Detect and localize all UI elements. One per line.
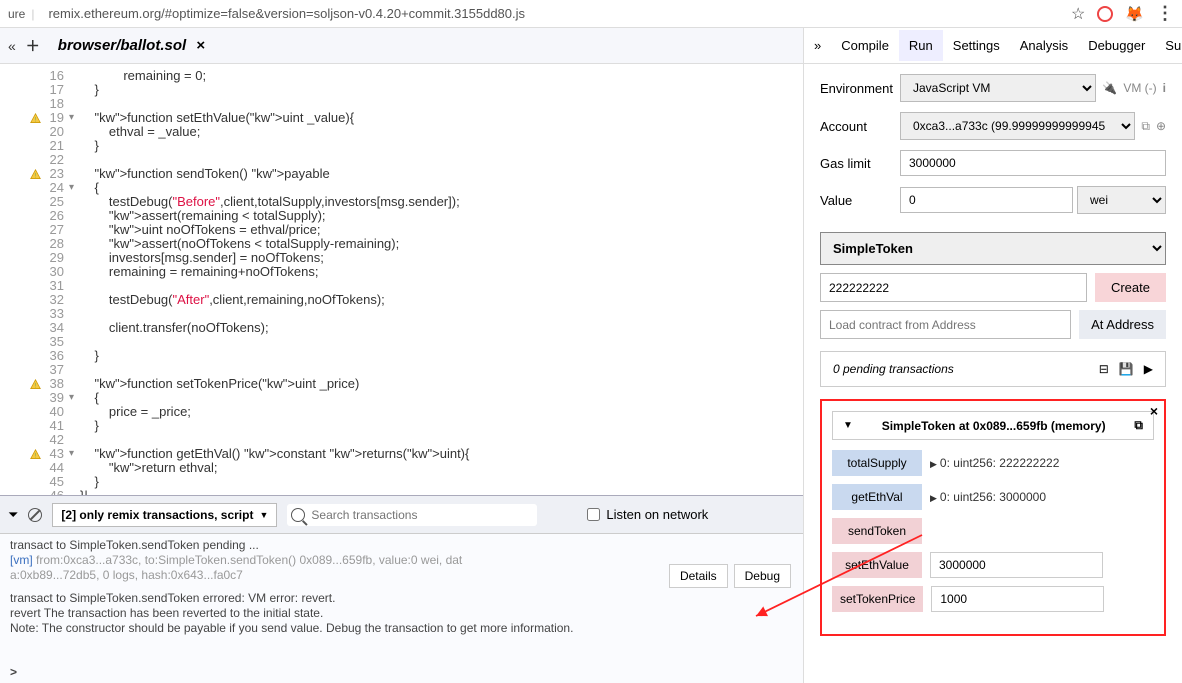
panel-collapse-icon[interactable]: »	[804, 38, 831, 53]
svg-text:!: !	[35, 452, 37, 459]
account-label: Account	[820, 119, 900, 134]
tab-analysis[interactable]: Analysis	[1010, 30, 1078, 61]
console-prompt[interactable]: >	[10, 665, 17, 679]
svg-text:!: !	[35, 382, 37, 389]
deployed-instance: × ▼ SimpleToken at 0x089...659fb (memory…	[820, 399, 1166, 636]
console-line: transact to SimpleToken.sendToken pendin…	[10, 538, 793, 552]
value-input[interactable]	[900, 187, 1073, 213]
search-icon	[291, 508, 305, 522]
environment-label: Environment	[820, 81, 900, 96]
console-search[interactable]	[287, 504, 537, 526]
url[interactable]: remix.ethereum.org/#optimize=false&versi…	[48, 6, 1071, 21]
save-icon[interactable]: 💾	[1119, 362, 1134, 376]
value-label: Value	[820, 193, 900, 208]
tab-compile[interactable]: Compile	[831, 30, 899, 61]
warning-icon[interactable]: !	[30, 448, 41, 459]
code-editor[interactable]: 161718!19▾202122!2324▾252627282930313233…	[0, 64, 803, 495]
listen-checkbox[interactable]	[587, 508, 600, 521]
value-unit-select[interactable]: wei	[1077, 186, 1166, 214]
instance-header[interactable]: ▼ SimpleToken at 0x089...659fb (memory) …	[832, 411, 1154, 440]
opera-icon[interactable]	[1097, 6, 1113, 22]
close-icon[interactable]: ×	[1150, 403, 1158, 419]
info-icon[interactable]: i	[1163, 81, 1166, 95]
debug-button[interactable]: Debug	[734, 564, 791, 588]
constructor-arg-input[interactable]	[820, 273, 1087, 302]
bookmark-star-icon[interactable]: ☆	[1071, 4, 1085, 24]
console-filter-dropdown[interactable]: [2] only remix transactions, script ▼	[52, 503, 277, 527]
call-row: sendToken	[832, 518, 1154, 544]
copy-icon[interactable]: ⧉	[1141, 119, 1150, 134]
call-setTokenPrice-button[interactable]: setTokenPrice	[832, 586, 923, 612]
tab-debugger[interactable]: Debugger	[1078, 30, 1155, 61]
instance-title: SimpleToken at 0x089...659fb (memory)	[863, 419, 1125, 433]
call-row: totalSupply ▶0: uint256: 222222222	[832, 450, 1154, 476]
call-totalSupply-button[interactable]: totalSupply	[832, 450, 922, 476]
console-filter-label: [2] only remix transactions, script	[61, 508, 253, 522]
close-icon[interactable]: ×	[196, 37, 205, 54]
copy-icon[interactable]: ⧉	[1134, 418, 1143, 433]
file-tab-label: browser/ballot.sol	[58, 37, 186, 54]
warning-icon[interactable]: !	[30, 112, 41, 123]
call-setTokenPrice-input[interactable]	[931, 586, 1104, 612]
tab-support[interactable]: Support	[1155, 30, 1182, 61]
play-icon[interactable]: ▶	[1144, 362, 1153, 376]
at-address-button[interactable]: At Address	[1079, 310, 1166, 339]
at-address-input[interactable]	[820, 310, 1071, 339]
right-panel-tabs: » Compile Run Settings Analysis Debugger…	[804, 28, 1182, 64]
call-getEthVal-button[interactable]: getEthVal	[832, 484, 922, 510]
console-search-input[interactable]	[311, 508, 533, 522]
caret-down-icon: ▼	[843, 420, 853, 431]
call-row: setEthValue	[832, 552, 1154, 578]
contract-select[interactable]: SimpleToken	[820, 232, 1166, 265]
call-row: setTokenPrice	[832, 586, 1154, 612]
call-setEthValue-input[interactable]	[930, 552, 1103, 578]
console-line: revert The transaction has been reverted…	[10, 606, 793, 620]
listen-network-toggle[interactable]: Listen on network	[587, 507, 708, 522]
tab-run[interactable]: Run	[899, 30, 943, 61]
plug-icon: 🔌	[1102, 81, 1117, 95]
call-return: ▶0: uint256: 222222222	[930, 456, 1059, 470]
svg-text:!: !	[35, 172, 37, 179]
caret-down-icon: ▼	[259, 510, 268, 520]
tab-settings[interactable]: Settings	[943, 30, 1010, 61]
gas-limit-label: Gas limit	[820, 156, 900, 171]
browser-menu-icon[interactable]: ⋮	[1156, 3, 1174, 24]
account-select[interactable]: 0xca3...a733c (99.99999999999945	[900, 112, 1135, 140]
gas-limit-input[interactable]	[900, 150, 1166, 176]
file-tab[interactable]: browser/ballot.sol ×	[50, 33, 213, 58]
warning-icon[interactable]: !	[30, 378, 41, 389]
call-setEthValue-button[interactable]: setEthValue	[832, 552, 922, 578]
environment-select[interactable]: JavaScript VM	[900, 74, 1096, 102]
console-line: transact to SimpleToken.sendToken errore…	[10, 591, 793, 605]
call-return: ▶0: uint256: 3000000	[930, 490, 1046, 504]
listen-label: Listen on network	[606, 507, 708, 522]
console-line: Note: The constructor should be payable …	[10, 621, 793, 635]
pending-transactions: 0 pending transactions ⊟ 💾 ▶	[820, 351, 1166, 387]
clear-console-icon[interactable]	[28, 508, 42, 522]
add-file-icon[interactable]: ＋	[26, 36, 40, 56]
browser-left-label: ure	[8, 7, 25, 21]
collapse-all-icon[interactable]: ⊟	[1099, 362, 1109, 376]
pending-text: 0 pending transactions	[833, 362, 954, 376]
console-toggle-icon[interactable]: ⏷	[8, 507, 18, 523]
panel-collapse-icon[interactable]: «	[8, 38, 16, 54]
extension-icon[interactable]: 🦊	[1125, 5, 1144, 23]
add-account-icon[interactable]: ⊕	[1156, 119, 1166, 133]
create-button[interactable]: Create	[1095, 273, 1166, 302]
call-sendToken-button[interactable]: sendToken	[832, 518, 922, 544]
call-row: getEthVal ▶0: uint256: 3000000	[832, 484, 1154, 510]
console-output: transact to SimpleToken.sendToken pendin…	[0, 533, 803, 683]
console-toolbar: ⏷ [2] only remix transactions, script ▼ …	[0, 495, 803, 533]
warning-icon[interactable]: !	[30, 168, 41, 179]
browser-address-bar: ure | remix.ethereum.org/#optimize=false…	[0, 0, 1182, 28]
svg-text:!: !	[35, 116, 37, 123]
vm-status: VM (-)	[1123, 81, 1156, 95]
details-button[interactable]: Details	[669, 564, 728, 588]
file-tab-bar: « ＋ browser/ballot.sol ×	[0, 28, 803, 64]
